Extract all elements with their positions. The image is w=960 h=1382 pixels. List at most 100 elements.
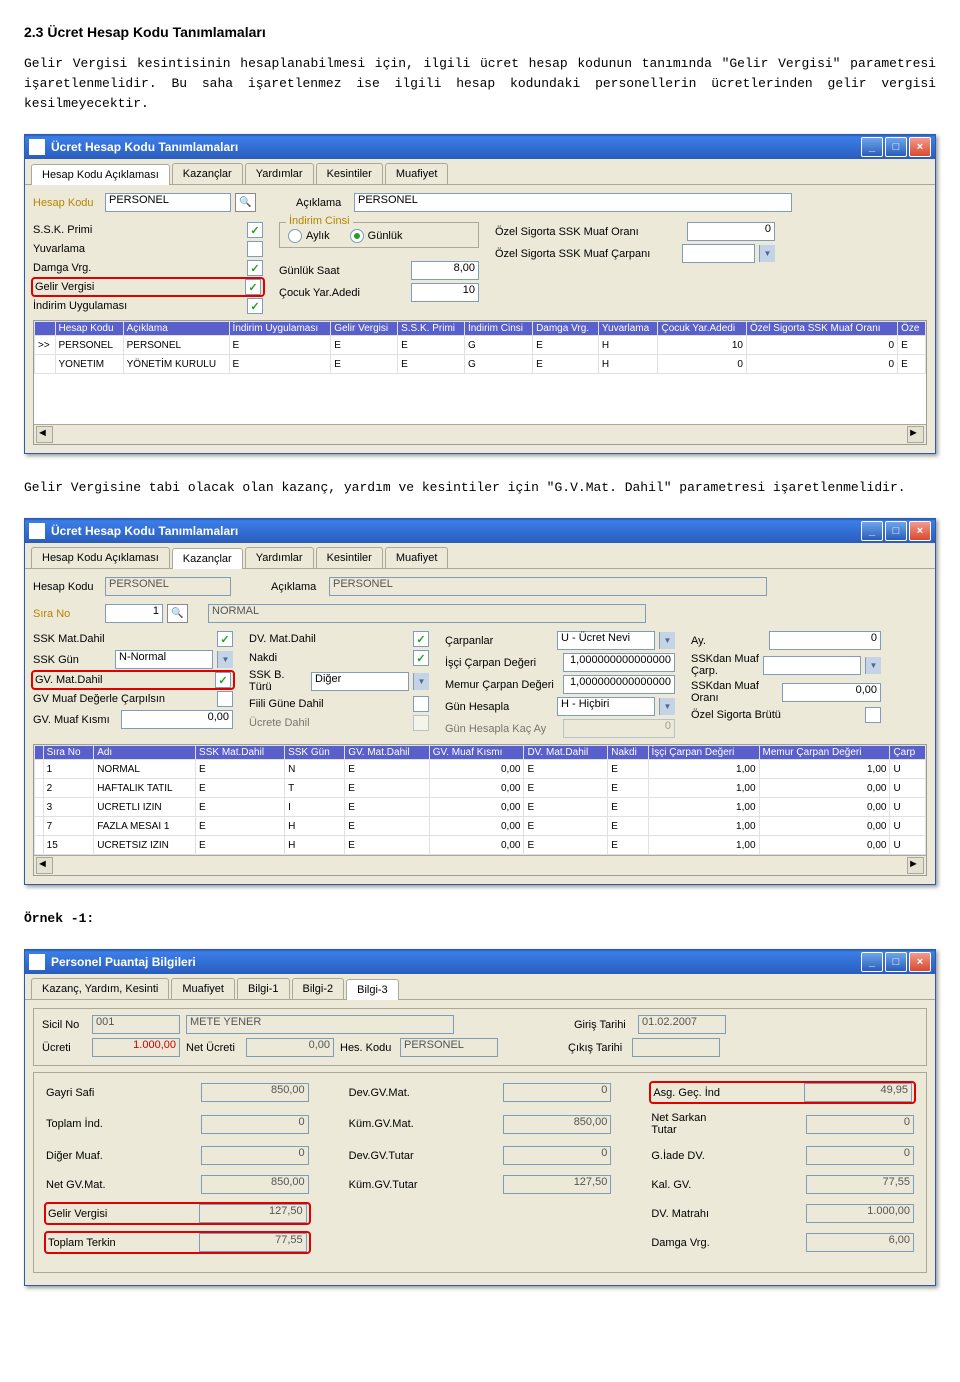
grid-header[interactable]: Sıra No <box>43 746 94 760</box>
grid-header[interactable]: İndirim Uygulaması <box>229 322 331 336</box>
tab-yardimlar[interactable]: Yardımlar <box>245 163 314 184</box>
grid-header[interactable]: SSK Mat.Dahil <box>196 746 285 760</box>
select-input[interactable]: Diğer <box>311 672 409 691</box>
grid-header[interactable]: Nakdi <box>608 746 648 760</box>
tab-kesintiler[interactable]: Kesintiler <box>316 163 383 184</box>
select-input[interactable] <box>763 656 861 675</box>
grid-header[interactable]: Öze <box>898 322 926 336</box>
table-row[interactable]: 15UCRETSIZ IZINEHE0,00EE1,000,00U <box>35 836 926 855</box>
grid-header[interactable]: Çocuk Yar.Adedi <box>658 322 746 336</box>
grid-header[interactable]: Çarp <box>890 746 926 760</box>
tab-bilgi-1[interactable]: Bilgi-1 <box>237 978 290 999</box>
checkbox[interactable] <box>217 691 233 707</box>
number-input[interactable]: 0,00 <box>782 683 881 702</box>
grid-header[interactable]: Damga Vrg. <box>533 322 599 336</box>
scroll-left-icon[interactable]: ◄ <box>36 857 53 874</box>
tab-kesintiler[interactable]: Kesintiler <box>316 547 383 568</box>
grid-header[interactable]: İndirim Cinsi <box>464 322 532 336</box>
dropdown-arrow-icon[interactable]: ▼ <box>413 673 429 690</box>
tab-yardimlar[interactable]: Yardımlar <box>245 547 314 568</box>
number-input[interactable]: 0 <box>563 719 675 738</box>
tab-hesap-kodu-aciklamasi[interactable]: Hesap Kodu Açıklaması <box>31 164 170 185</box>
grid-header[interactable]: Hesap Kodu <box>55 322 123 336</box>
grid-header[interactable]: GV. Muaf Kısmı <box>429 746 524 760</box>
minimize-button[interactable]: _ <box>861 952 883 972</box>
damga-vrg-checkbox[interactable]: ✓ <box>247 260 263 276</box>
checkbox[interactable]: ✓ <box>413 631 429 647</box>
dropdown-arrow-icon[interactable]: ▼ <box>659 698 675 715</box>
cocuk-yar-input[interactable]: 10 <box>411 283 479 302</box>
dropdown-arrow-icon[interactable]: ▼ <box>659 632 675 649</box>
tab-muafiyet[interactable]: Muafiyet <box>171 978 235 999</box>
select-input[interactable]: H - Hiçbiri <box>557 697 655 716</box>
tab-hesap-kodu-aciklamasi[interactable]: Hesap Kodu Açıklaması <box>31 547 170 568</box>
scroll-right-icon[interactable]: ► <box>907 426 924 443</box>
number-input[interactable]: 1,000000000000000 <box>563 653 675 672</box>
dropdown-arrow-icon[interactable]: ▼ <box>865 657 881 674</box>
aciklama-input[interactable]: PERSONEL <box>354 193 792 212</box>
sira-no-input[interactable]: 1 <box>105 604 163 623</box>
aylik-radio[interactable] <box>288 229 302 243</box>
maximize-button[interactable]: □ <box>885 137 907 157</box>
checkbox[interactable] <box>865 707 881 723</box>
select-input[interactable]: N-Normal <box>115 650 213 669</box>
grid-header[interactable] <box>35 322 56 336</box>
checkbox[interactable]: ✓ <box>215 672 231 688</box>
lookup-icon[interactable]: 🔍 <box>167 604 188 623</box>
yuvarlama-checkbox[interactable] <box>247 241 263 257</box>
hesap-kodu-input[interactable]: PERSONEL <box>105 193 231 212</box>
grid-header[interactable] <box>35 746 44 760</box>
checkbox[interactable]: ✓ <box>217 631 233 647</box>
table-row[interactable]: 1NORMALENE0,00EE1,001,00U <box>35 760 926 779</box>
ozel-sigorta-oran-input[interactable]: 0 <box>687 222 775 241</box>
minimize-button[interactable]: _ <box>861 137 883 157</box>
data-grid[interactable]: Sıra NoAdıSSK Mat.DahilSSK GünGV. Mat.Da… <box>33 744 927 876</box>
gunluk-radio[interactable] <box>350 229 364 243</box>
gelir-vergisi-checkbox[interactable]: ✓ <box>245 279 261 295</box>
scroll-right-icon[interactable]: ► <box>907 857 924 874</box>
checkbox[interactable] <box>413 715 429 731</box>
grid-header[interactable]: Yuvarlama <box>598 322 658 336</box>
grid-header[interactable]: Özel Sigorta SSK Muaf Oranı <box>746 322 897 336</box>
tab-bilgi-3[interactable]: Bilgi-3 <box>346 979 399 1000</box>
close-button[interactable]: × <box>909 521 931 541</box>
table-row[interactable]: 2HAFTALIK TATILETE0,00EE1,000,00U <box>35 779 926 798</box>
ssk-primi-checkbox[interactable]: ✓ <box>247 222 263 238</box>
table-row[interactable]: 7FAZLA MESAI 1EHE0,00EE1,000,00U <box>35 817 926 836</box>
indirim-uygulamasi-checkbox[interactable]: ✓ <box>247 298 263 314</box>
tab-bilgi-2[interactable]: Bilgi-2 <box>292 978 345 999</box>
number-input[interactable]: 1,000000000000000 <box>563 675 675 694</box>
grid-header[interactable]: S.S.K. Primi <box>398 322 465 336</box>
number-input[interactable]: 0 <box>769 631 881 650</box>
tab-kazanclar[interactable]: Kazançlar <box>172 163 243 184</box>
grid-header[interactable]: Gelir Vergisi <box>331 322 398 336</box>
grid-header[interactable]: Açıklama <box>123 322 229 336</box>
maximize-button[interactable]: □ <box>885 521 907 541</box>
tab-kazanclar[interactable]: Kazançlar <box>172 548 243 569</box>
tab-muafiyet[interactable]: Muafiyet <box>385 163 449 184</box>
gunluk-saat-input[interactable]: 8,00 <box>411 261 479 280</box>
data-grid[interactable]: Hesap KoduAçıklamaİndirim UygulamasıGeli… <box>33 320 927 445</box>
grid-header[interactable]: SSK Gün <box>285 746 345 760</box>
close-button[interactable]: × <box>909 137 931 157</box>
ozel-sigorta-carpan-input[interactable] <box>682 244 755 263</box>
grid-header[interactable]: Adı <box>94 746 196 760</box>
select-input[interactable]: U - Ücret Nevi <box>557 631 655 650</box>
grid-header[interactable]: DV. Mat.Dahil <box>524 746 608 760</box>
tab-kazanc-yardim-kesinti[interactable]: Kazanç, Yardım, Kesinti <box>31 978 169 999</box>
tab-muafiyet[interactable]: Muafiyet <box>385 547 449 568</box>
dropdown-arrow-icon[interactable]: ▼ <box>759 245 775 262</box>
dropdown-arrow-icon[interactable]: ▼ <box>217 651 233 668</box>
table-row[interactable]: YONETIMYÖNETİM KURULUEEEGEH00E <box>35 355 926 374</box>
lookup-icon[interactable]: 🔍 <box>235 193 256 212</box>
scroll-left-icon[interactable]: ◄ <box>36 426 53 443</box>
close-button[interactable]: × <box>909 952 931 972</box>
minimize-button[interactable]: _ <box>861 521 883 541</box>
grid-header[interactable]: GV. Mat.Dahil <box>345 746 429 760</box>
grid-header[interactable]: İşçi Çarpan Değeri <box>648 746 759 760</box>
table-row[interactable]: 3UCRETLI IZINEIE0,00EE1,000,00U <box>35 798 926 817</box>
maximize-button[interactable]: □ <box>885 952 907 972</box>
checkbox[interactable]: ✓ <box>413 650 429 666</box>
number-input[interactable]: 0,00 <box>121 710 233 729</box>
table-row[interactable]: >>PERSONELPERSONELEEEGEH100E <box>35 336 926 355</box>
